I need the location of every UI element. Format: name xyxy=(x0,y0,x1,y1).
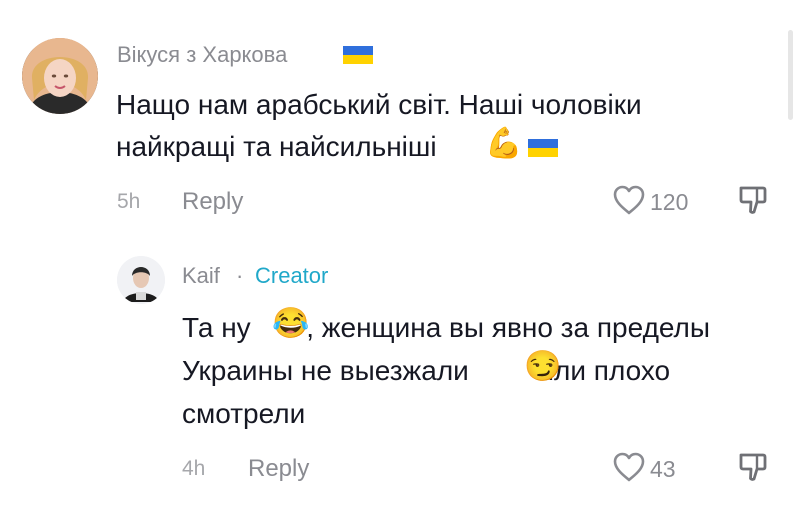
comment-text-line: найкращі та найсильніші xyxy=(116,131,437,162)
reply-button[interactable]: Reply xyxy=(248,455,309,483)
tears-of-joy-emoji: 😂 xyxy=(272,307,310,340)
reply-button[interactable]: Reply xyxy=(182,188,243,216)
comment-text-line: Нащо нам арабський світ. Наші чоловіки xyxy=(116,89,642,120)
avatar-image xyxy=(117,256,165,304)
flag-yellow-stripe xyxy=(343,55,373,64)
like-count: 43 xyxy=(650,456,676,482)
smirking-face-emoji: 😏 xyxy=(524,350,562,383)
comment-text-line: Украины не выезжали или плохо xyxy=(182,357,670,385)
heart-outline-icon[interactable] xyxy=(612,452,646,482)
username[interactable]: Kaif xyxy=(182,263,220,289)
avatar[interactable] xyxy=(117,256,165,304)
comment-time: 4h xyxy=(182,457,206,480)
thumbs-down-icon[interactable] xyxy=(737,451,769,483)
comment-time: 5h xyxy=(117,190,141,213)
flag-yellow-stripe xyxy=(528,148,558,157)
comment-text-segment: , женщина вы явно за пределы xyxy=(306,312,711,343)
username-separator: · xyxy=(236,263,244,288)
ukraine-flag-icon xyxy=(528,139,558,157)
comment-text-segment: Та ну xyxy=(182,312,251,343)
comment-text-line: Та ну , женщина вы явно за пределы xyxy=(182,314,710,342)
flexed-biceps-emoji: 💪 xyxy=(485,127,523,160)
flag-blue-stripe xyxy=(528,139,558,148)
comment-text-line: смотрели xyxy=(182,398,306,429)
thumbs-down-icon[interactable] xyxy=(737,184,769,216)
username[interactable]: Вікуся з Харкова xyxy=(117,42,287,68)
creator-badge: Creator xyxy=(255,263,329,288)
comment-item: Вікуся з Харкова Нащо нам арабський світ… xyxy=(0,0,800,240)
comment-text-segment: Украины не выезжали xyxy=(182,355,469,386)
heart-outline-icon[interactable] xyxy=(612,185,646,215)
flag-blue-stripe xyxy=(343,46,373,55)
avatar[interactable] xyxy=(22,38,98,114)
avatar-image xyxy=(22,38,98,114)
like-count: 120 xyxy=(650,189,689,215)
ukraine-flag-icon xyxy=(343,46,373,64)
